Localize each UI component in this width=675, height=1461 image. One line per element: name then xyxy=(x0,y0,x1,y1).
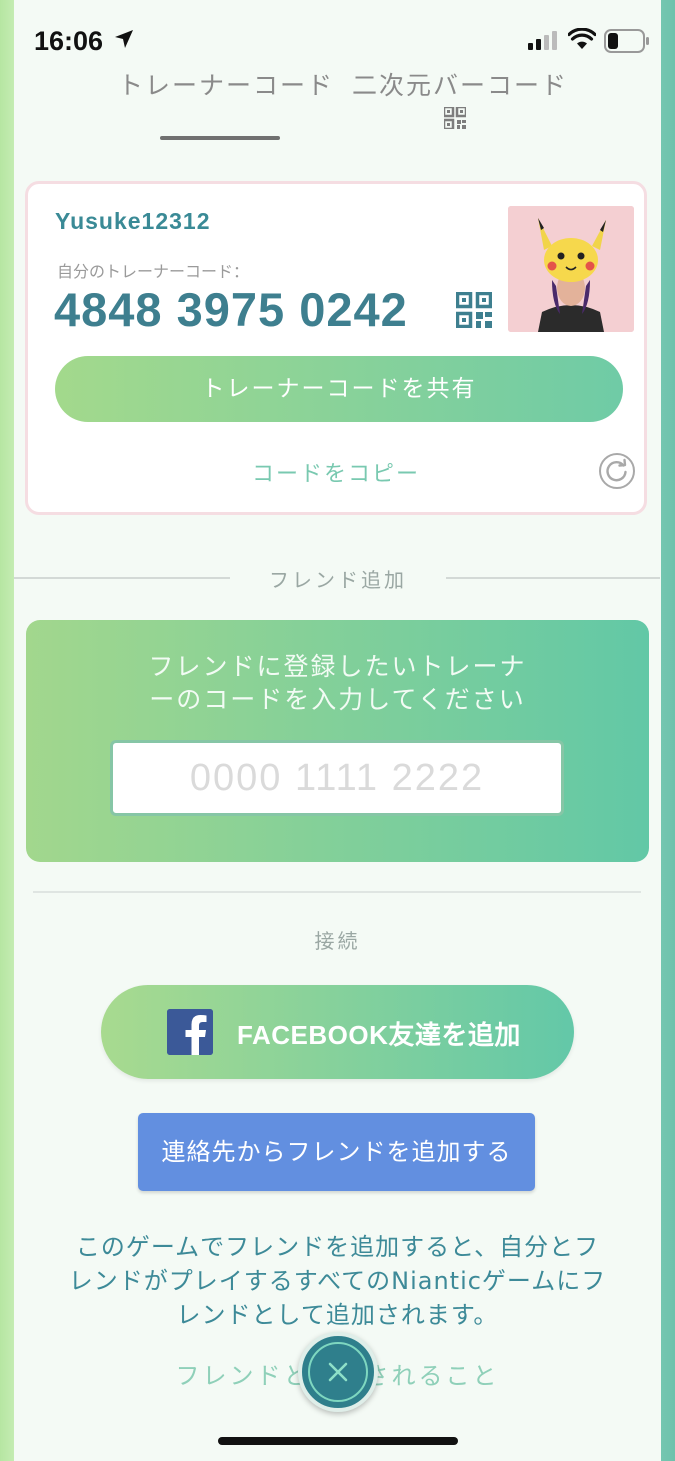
copy-code-link[interactable]: コードをコピー xyxy=(28,456,644,488)
note-line: レンドとして追加されます。 xyxy=(176,1301,499,1329)
close-button[interactable] xyxy=(298,1332,378,1412)
status-time: 16:06 xyxy=(34,26,104,56)
trainer-code: 4848 3975 0242 xyxy=(54,283,408,336)
facebook-icon xyxy=(167,1009,213,1055)
cellular-signal-icon xyxy=(528,31,557,50)
add-facebook-friends-button[interactable]: FACEBOOK友達を追加 xyxy=(101,985,574,1079)
status-bar: 16:06 xyxy=(0,0,675,80)
niantic-friends-note: このゲームでフレンドを追加すると、自分とフ レンドがプレイするすべてのNiant… xyxy=(40,1230,635,1332)
instruction-line: フレンドに登録したいトレーナ xyxy=(148,652,527,681)
qr-code-icon[interactable] xyxy=(456,292,492,328)
add-from-contacts-button[interactable]: 連絡先からフレンドを追加する xyxy=(138,1113,535,1191)
note-line: レンドがプレイするすべてのNianticゲームにフ xyxy=(68,1267,607,1295)
trainer-code-card: Yusuke12312 自分のトレーナーコード： 4848 3975 0242 xyxy=(25,181,647,515)
wifi-icon xyxy=(568,28,596,49)
friend-code-input[interactable] xyxy=(110,740,564,816)
section-divider xyxy=(446,577,660,579)
trainer-code-label: 自分のトレーナーコード： xyxy=(57,262,250,281)
instruction-line: ーのコードを入力してください xyxy=(149,685,526,714)
qr-code-icon[interactable] xyxy=(444,107,466,129)
section-divider xyxy=(33,891,641,893)
tab-qr-code[interactable]: 二次元バーコード xyxy=(352,66,568,102)
trainer-avatar xyxy=(508,206,634,332)
section-divider xyxy=(14,577,230,579)
tab-trainer-code[interactable]: トレーナーコード xyxy=(118,66,334,102)
friend-add-section-label: フレンド追加 xyxy=(269,568,407,592)
connect-section-label: 接続 xyxy=(314,929,361,953)
trainer-username: Yusuke12312 xyxy=(55,208,211,234)
battery-icon xyxy=(604,29,649,53)
note-line: このゲームでフレンドを追加すると、自分とフ xyxy=(75,1233,600,1261)
location-arrow-icon xyxy=(115,30,133,48)
close-icon xyxy=(328,1362,348,1382)
add-friend-panel: フレンドに登録したいトレーナ ーのコードを入力してください xyxy=(26,620,649,862)
tab-active-indicator xyxy=(160,136,280,140)
add-friend-instruction: フレンドに登録したいトレーナ ーのコードを入力してください xyxy=(26,650,649,716)
refresh-icon[interactable] xyxy=(598,452,636,490)
home-indicator[interactable] xyxy=(218,1437,458,1445)
facebook-button-label: FACEBOOK友達を追加 xyxy=(237,1020,521,1050)
share-trainer-code-button[interactable]: トレーナーコードを共有 xyxy=(55,356,623,422)
